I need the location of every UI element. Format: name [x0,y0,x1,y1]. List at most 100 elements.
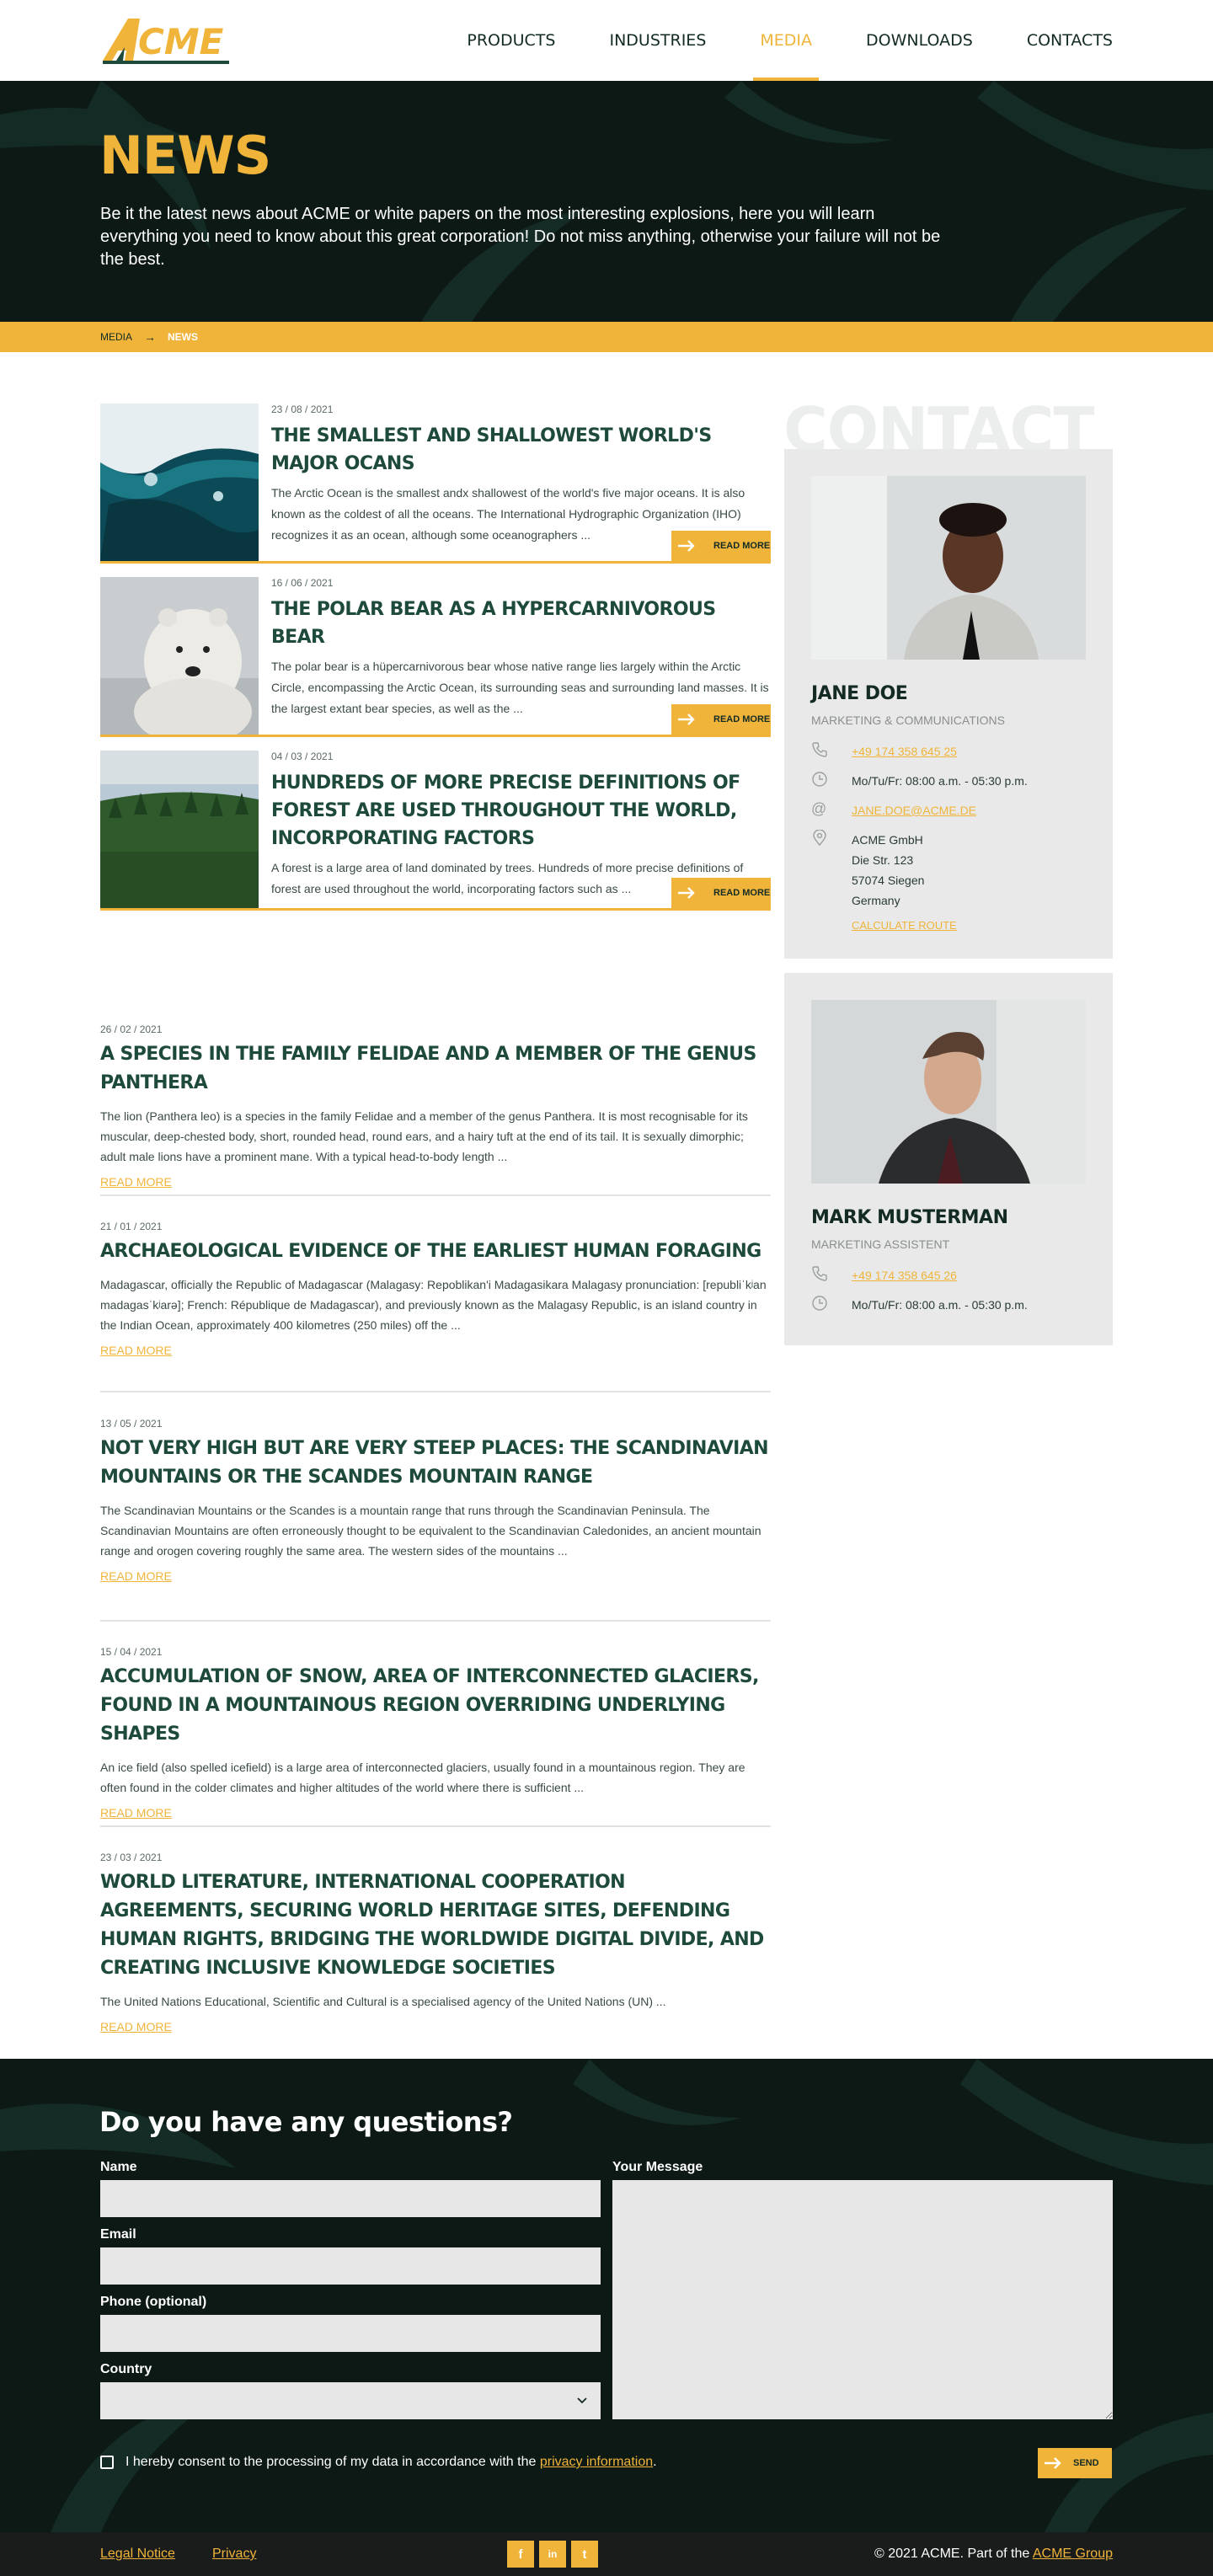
arrow-right-icon [1038,2448,1068,2478]
article-title[interactable]: ACCUMULATION OF SNOW, AREA OF INTERCONNE… [100,1663,771,1749]
read-more-link[interactable]: READ MORE [100,2020,172,2034]
name-input[interactable] [100,2180,601,2217]
article-title[interactable]: A SPECIES IN THE FAMILY FELIDAE AND A ME… [100,1040,771,1098]
contact-role: MARKETING & COMMUNICATIONS [811,713,1005,727]
contact-hours: Mo/Tu/Fr: 08:00 a.m. - 05:30 p.m. [852,1298,1028,1312]
location-pin-icon [813,830,826,847]
news-title[interactable]: THE SMALLEST AND SHALLOWEST WORLD'S MAJO… [271,422,771,478]
page-title: NEWS [99,125,271,186]
article-title[interactable]: ARCHAEOLOGICAL EVIDENCE OF THE EARLIEST … [100,1237,771,1266]
nav-industries[interactable]: INDUSTRIES [609,0,706,81]
breadcrumb-media[interactable]: MEDIA [100,331,132,343]
read-more-link[interactable]: READ MORE [100,1806,172,1820]
consent-checkbox[interactable] [100,2456,114,2469]
hero-intro: Be it the latest news about ACME or whit… [100,205,941,269]
consent-end: . [653,2455,657,2469]
read-more-label: READ MORE [713,888,771,898]
linkedin-icon[interactable]: in [539,2541,566,2568]
contact-phone[interactable]: +49 174 358 645 25 [852,741,957,762]
contact-email[interactable]: JANE.DOE@ACME.DE [852,800,976,820]
article-title[interactable]: NOT VERY HIGH BUT ARE VERY STEEP PLACES:… [100,1435,771,1492]
legal-notice-link[interactable]: Legal Notice [100,2547,175,2562]
news-date: 04 / 03 / 2021 [271,751,334,762]
article-item: 26 / 02 / 2021 A SPECIES IN THE FAMILY F… [100,1023,771,1190]
clock-icon [812,772,827,787]
news-date: 23 / 08 / 2021 [271,404,334,415]
contact-email-row: @ JANE.DOE@ACME.DE [811,800,976,820]
nav-contacts[interactable]: CONTACTS [1027,0,1113,81]
consent-text: I hereby consent to the processing of my… [126,2455,537,2469]
clock-icon [812,1296,827,1311]
form-title: Do you have any questions? [99,2106,513,2138]
at-icon: @ [811,800,827,817]
nav-downloads[interactable]: DOWNLOADS [866,0,973,81]
news-date: 16 / 06 / 2021 [271,577,334,589]
article-date: 13 / 05 / 2021 [100,1418,163,1430]
polar-bear-image[interactable] [100,577,259,735]
arrow-right-icon [671,878,702,908]
twitter-icon[interactable]: t [571,2541,598,2568]
article-item: 13 / 05 / 2021 NOT VERY HIGH BUT ARE VER… [100,1418,771,1585]
contact-name: MARK MUSTERMAN [811,1207,1008,1228]
article-date: 26 / 02 / 2021 [100,1023,163,1035]
phone-icon [812,742,827,757]
read-more-link[interactable]: READ MORE [100,1175,172,1189]
article-item: 15 / 04 / 2021 ACCUMULATION OF SNOW, ARE… [100,1646,771,1821]
country-label: Country [100,2362,152,2376]
article-date: 23 / 03 / 2021 [100,1852,163,1863]
phone-label: Phone (optional) [100,2295,207,2309]
country-select[interactable] [100,2382,601,2419]
address-line: Germany [852,894,900,907]
news-title[interactable]: THE POLAR BEAR AS A HYPERCARNIVOROUS BEA… [271,596,771,651]
article-excerpt: The lion (Panthera leo) is a species in … [100,1109,748,1163]
contact-role: MARKETING ASSISTENT [811,1237,950,1251]
contact-photo-jane [811,476,1086,660]
consent-row: I hereby consent to the processing of my… [100,2455,657,2470]
breadcrumb-news: NEWS [168,331,199,343]
read-more-button[interactable]: READ MORE [671,531,771,561]
article-title[interactable]: WORLD LITERATURE, INTERNATIONAL COOPERAT… [100,1868,771,1983]
contact-address-row: ACME GmbH Die Str. 123 57074 Siegen Germ… [811,830,957,936]
news-title[interactable]: HUNDREDS OF MORE PRECISE DEFINITIONS OF … [271,769,771,852]
facebook-icon[interactable]: f [507,2541,534,2568]
ocean-image[interactable] [100,404,259,561]
read-more-link[interactable]: READ MORE [100,1569,172,1583]
breadcrumb: MEDIA → NEWS [0,322,1213,352]
palm-leaves-decoration [0,81,1213,322]
address-line: Die Str. 123 [852,853,914,867]
featured-news-list: 23 / 08 / 2021 THE SMALLEST AND SHALLOWE… [100,404,771,924]
acme-logo[interactable]: CME [99,12,241,67]
chevron-down-icon [577,2397,587,2404]
forest-image[interactable] [100,751,259,908]
privacy-link[interactable]: Privacy [212,2547,256,2562]
send-button[interactable]: SEND [1038,2448,1112,2478]
email-label: Email [100,2227,136,2242]
article-excerpt: The Scandinavian Mountains or the Scande… [100,1504,761,1558]
address-line: 57074 Siegen [852,874,925,887]
calculate-route-link[interactable]: CALCULATE ROUTE [852,916,957,936]
acme-group-link[interactable]: ACME Group [1033,2547,1113,2561]
read-more-button[interactable]: READ MORE [671,878,771,908]
article-item: 23 / 03 / 2021 WORLD LITERATURE, INTERNA… [100,1852,771,2035]
nav-media[interactable]: MEDIA [753,0,819,81]
read-more-button[interactable]: READ MORE [671,704,771,735]
phone-input[interactable] [100,2315,601,2352]
read-more-label: READ MORE [713,541,771,551]
news-card: 16 / 06 / 2021 THE POLAR BEAR AS A HYPER… [100,577,771,737]
article-date: 21 / 01 / 2021 [100,1221,163,1232]
divider [100,1825,771,1827]
divider [100,1620,771,1622]
divider [100,1194,771,1196]
email-input[interactable] [100,2247,601,2285]
article-excerpt: Madagascar, officially the Republic of M… [100,1278,767,1332]
message-textarea[interactable] [612,2180,1113,2419]
site-footer: Legal Notice Privacy f in t © 2021 ACME.… [0,2532,1213,2576]
contact-form-section: Do you have any questions? Name Email Ph… [0,2059,1213,2532]
privacy-information-link[interactable]: privacy information [540,2455,653,2470]
contact-hours-row: Mo/Tu/Fr: 08:00 a.m. - 05:30 p.m. [811,771,1028,791]
article-excerpt: The United Nations Educational, Scientif… [100,1995,666,2008]
main-content: 23 / 08 / 2021 THE SMALLEST AND SHALLOWE… [0,352,1213,2059]
contact-phone[interactable]: +49 174 358 645 26 [852,1265,957,1285]
read-more-link[interactable]: READ MORE [100,1344,172,1357]
nav-products[interactable]: PRODUCTS [467,0,555,81]
